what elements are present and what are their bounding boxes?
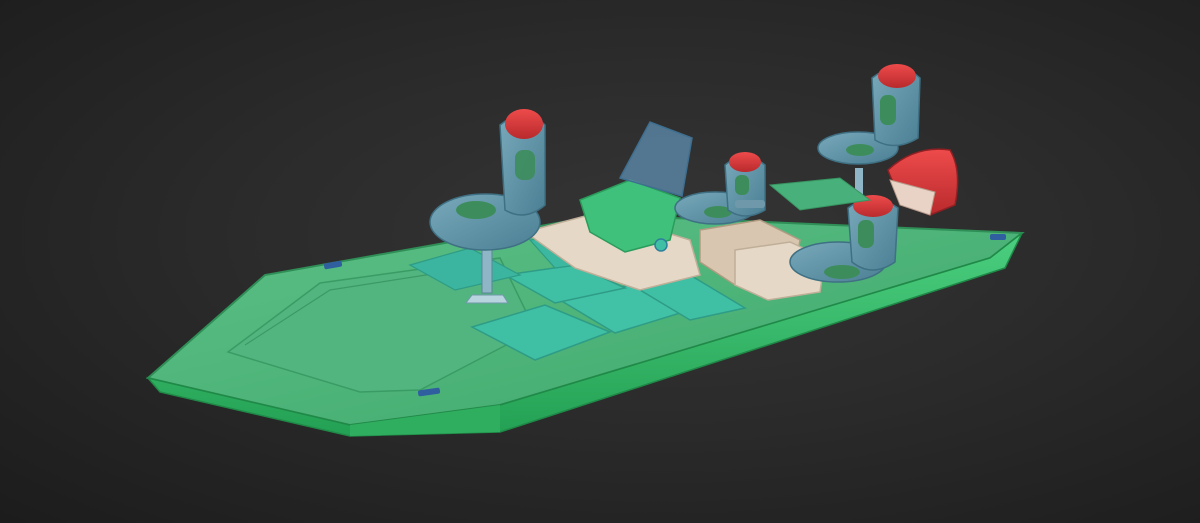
viewport bbox=[0, 0, 1200, 523]
boat-render bbox=[145, 64, 1025, 437]
seat-middle bbox=[674, 152, 766, 225]
motor-cover bbox=[887, 148, 959, 216]
